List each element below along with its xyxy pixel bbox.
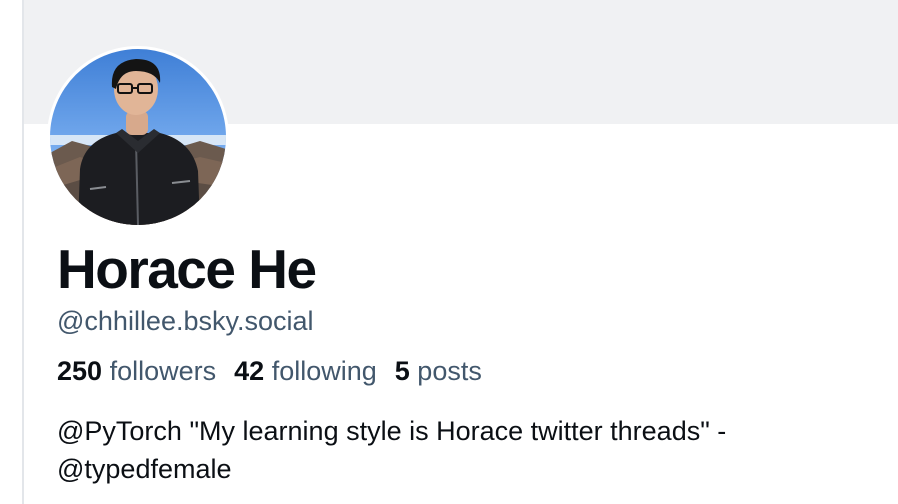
- profile-bio: @PyTorch "My learning style is Horace tw…: [57, 412, 877, 488]
- posts-count: 5: [394, 356, 410, 386]
- posts-stat: 5 posts: [395, 354, 482, 388]
- bio-line-1: @PyTorch "My learning style is Horace tw…: [57, 416, 727, 446]
- display-name: Horace He: [57, 238, 317, 300]
- profile-stats: 250 followers 42 following 5 posts: [57, 354, 482, 388]
- bio-line-2: @typedfemale: [57, 454, 232, 484]
- followers-link[interactable]: 250 followers: [57, 354, 216, 388]
- posts-label: posts: [417, 356, 482, 386]
- profile-page: Horace He @chhillee.bsky.social 250 foll…: [0, 0, 898, 504]
- followers-label: followers: [109, 356, 217, 386]
- profile-handle: @chhillee.bsky.social: [57, 306, 314, 336]
- following-count: 42: [234, 356, 265, 386]
- profile-photo-icon: [50, 49, 226, 225]
- followers-count: 250: [57, 356, 103, 386]
- avatar[interactable]: [47, 46, 229, 228]
- following-label: following: [271, 356, 377, 386]
- following-link[interactable]: 42 following: [234, 354, 377, 388]
